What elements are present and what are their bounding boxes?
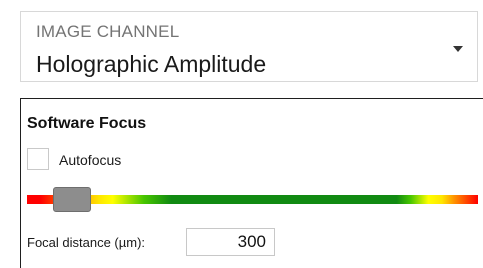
dropdown-arrow-icon[interactable] [453, 46, 463, 52]
autofocus-label: Autofocus [59, 152, 122, 168]
focus-slider-track[interactable] [27, 195, 478, 204]
image-channel-selected-value: Holographic Amplitude [36, 51, 267, 77]
focal-distance-input[interactable]: 300 [186, 228, 275, 256]
image-channel-dropdown[interactable]: IMAGE CHANNEL Holographic Amplitude [20, 11, 478, 82]
software-focus-panel: Software Focus Autofocus Focal distance … [20, 98, 483, 268]
autofocus-checkbox[interactable] [27, 148, 49, 170]
focus-slider-thumb[interactable] [53, 187, 91, 212]
software-focus-title: Software Focus [27, 115, 147, 132]
focal-distance-label: Focal distance (µm): [27, 235, 146, 250]
image-channel-label: IMAGE CHANNEL [36, 22, 180, 41]
